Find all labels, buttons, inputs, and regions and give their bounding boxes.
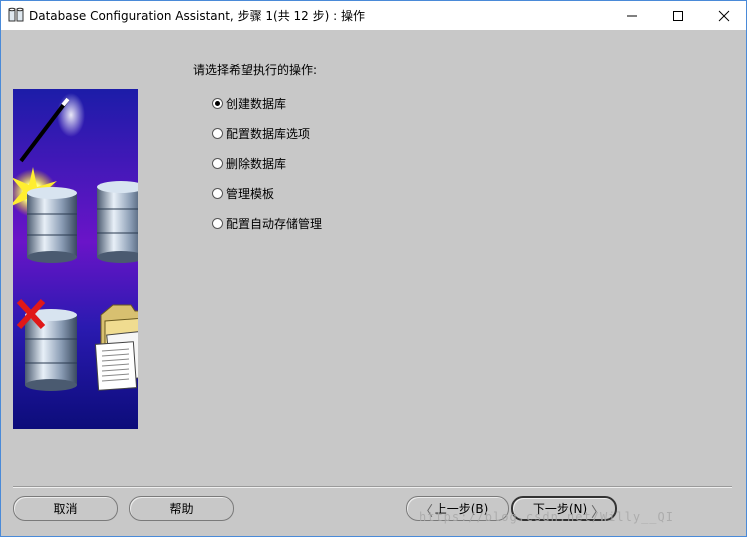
- minimize-button[interactable]: [609, 1, 655, 30]
- title-bar[interactable]: Database Configuration Assistant, 步骤 1(共…: [1, 1, 746, 30]
- radio-option-delete-database[interactable]: 删除数据库: [212, 148, 322, 178]
- operation-radio-group: 创建数据库 配置数据库选项 删除数据库 管理模板 配置自动存储管理: [212, 88, 322, 238]
- close-button[interactable]: [701, 1, 747, 30]
- watermark-text: https://blog.csdn.net/Willy__QI: [419, 510, 674, 524]
- radio-label: 管理模板: [226, 186, 275, 201]
- radio-option-configure-asm[interactable]: 配置自动存储管理: [212, 208, 322, 238]
- radio-button[interactable]: [212, 127, 223, 139]
- radio-button[interactable]: [212, 97, 223, 109]
- help-button[interactable]: 帮助: [129, 496, 234, 521]
- operation-prompt: 请选择希望执行的操作:: [193, 63, 318, 77]
- dca-window: Database Configuration Assistant, 步骤 1(共…: [0, 0, 747, 537]
- radio-label: 删除数据库: [226, 156, 287, 171]
- radio-selected-dot: [215, 100, 220, 106]
- maximize-button[interactable]: [655, 1, 701, 30]
- help-button-label: 帮助: [169, 502, 194, 516]
- content-area: 请选择希望执行的操作: 创建数据库 配置数据库选项 删除数据库 管理模板 配置自…: [1, 30, 746, 536]
- radio-option-configure-database-options[interactable]: 配置数据库选项: [212, 118, 322, 148]
- database-app-icon: [8, 7, 24, 22]
- radio-label: 创建数据库: [226, 96, 287, 111]
- radio-button[interactable]: [212, 217, 223, 229]
- radio-label: 配置数据库选项: [226, 126, 311, 141]
- cancel-button[interactable]: 取消: [13, 496, 118, 521]
- maximize-icon: [673, 10, 683, 21]
- minimize-icon: [627, 15, 637, 16]
- footer-separator: [13, 486, 732, 488]
- radio-option-manage-templates[interactable]: 管理模板: [212, 178, 322, 208]
- close-icon: [718, 10, 730, 21]
- window-title: Database Configuration Assistant, 步骤 1(共…: [29, 9, 365, 23]
- radio-option-create-database[interactable]: 创建数据库: [212, 88, 322, 118]
- dca-wizard-illustration: [13, 89, 138, 429]
- cancel-button-label: 取消: [53, 502, 78, 516]
- radio-button[interactable]: [212, 157, 223, 169]
- radio-button[interactable]: [212, 187, 223, 199]
- radio-label: 配置自动存储管理: [226, 216, 323, 231]
